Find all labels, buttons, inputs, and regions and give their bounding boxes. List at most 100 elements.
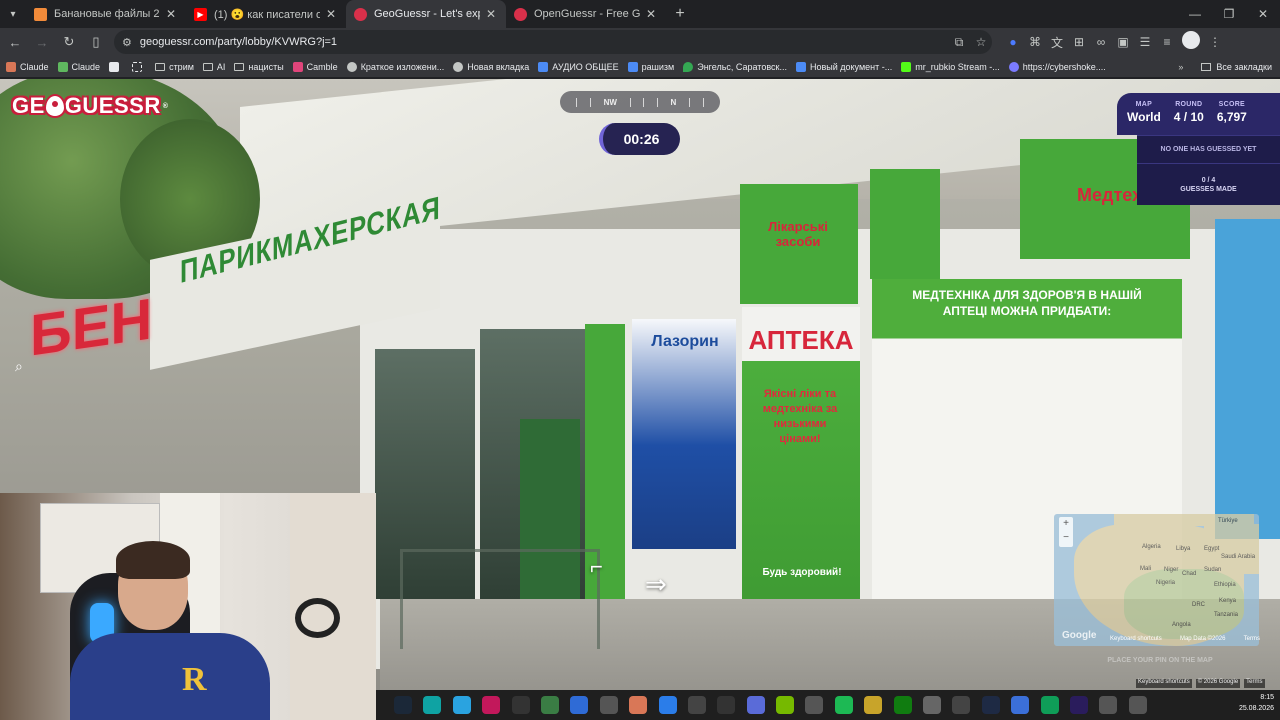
app-teal-icon[interactable] [423, 696, 442, 714]
arc-icon[interactable] [570, 696, 589, 714]
app-a-icon[interactable] [599, 696, 618, 714]
webcam-overlay: R [0, 493, 376, 720]
guess-map[interactable]: Türkiye Algeria Libya Egypt Saudi Arabia… [1054, 514, 1259, 646]
bookmark-rashizm[interactable]: рашизм [627, 61, 674, 72]
forward-icon[interactable]: → [30, 30, 54, 54]
steam-icon[interactable] [394, 696, 412, 714]
stats-icon[interactable] [1040, 696, 1059, 714]
extensions-puzzle-icon[interactable]: ⌘ [1024, 31, 1046, 53]
media-queue-icon[interactable]: ≡ [1156, 31, 1178, 53]
bookmark-new-tab[interactable]: Новая вкладка [453, 61, 529, 72]
close-icon[interactable]: ✕ [644, 7, 658, 21]
reader-icon[interactable]: ☰ [1134, 31, 1156, 53]
zoom-in-icon[interactable]: + [1059, 517, 1073, 531]
status-round-label: ROUND [1175, 101, 1203, 108]
tab-4[interactable]: OpenGuessr - Free GeoGuessr A ✕ [506, 0, 666, 28]
premiere-icon[interactable] [1069, 696, 1088, 714]
tab-search-icon[interactable]: ▾ [0, 0, 26, 28]
snip-icon[interactable] [482, 696, 501, 714]
close-icon[interactable]: ✕ [484, 7, 498, 21]
app-image-icon[interactable] [540, 696, 559, 714]
logo-text-left: GE [12, 93, 45, 118]
bookmark-camble[interactable]: Camble [292, 61, 338, 72]
claude-icon [6, 61, 16, 72]
bookmark-claude-1[interactable]: Claude [6, 61, 49, 72]
x-app-icon[interactable] [981, 696, 1000, 714]
gear-icon[interactable] [1128, 696, 1147, 714]
webcam-jacket-letter: R [182, 661, 207, 698]
cast-icon[interactable]: ⧉ [948, 31, 970, 53]
app-red-dot-icon[interactable] [952, 696, 971, 714]
xbox-icon[interactable] [893, 696, 912, 714]
settings-gear-icon[interactable] [923, 696, 942, 714]
move-back-arrow-icon[interactable]: ⌐ [590, 554, 630, 579]
apps-grid-icon[interactable]: ⊞ [1068, 31, 1090, 53]
link-icon[interactable]: ∞ [1090, 31, 1112, 53]
tab-1[interactable]: Банановые файлы 2 - sansgot ✕ [26, 0, 186, 28]
all-bookmarks[interactable]: Все закладки [1201, 62, 1272, 72]
compass-tick [656, 97, 658, 107]
bookmark-grid[interactable] [132, 61, 146, 72]
translate-icon[interactable]: 文 [1046, 31, 1068, 53]
openai-icon[interactable] [717, 696, 736, 714]
bookmark-cybershoke[interactable]: https://cybershoke.... [1008, 61, 1106, 72]
zoom-out-icon[interactable]: − [1059, 531, 1073, 545]
report-location-icon[interactable]: ⌕ [15, 358, 33, 376]
app-o-icon[interactable] [805, 696, 824, 714]
address-bar[interactable]: ⚙ geoguessr.com/party/lobby/KVWRG?j=1 ⧉ … [114, 30, 992, 54]
controller-icon[interactable] [1011, 696, 1030, 714]
nvidia-icon[interactable] [776, 696, 795, 714]
app-yellow-icon[interactable] [864, 696, 883, 714]
bookmark-claude-2[interactable]: Claude [57, 61, 100, 72]
status-score: SCORE 6,797 [1217, 101, 1247, 135]
map-label: Angola [1172, 622, 1191, 628]
image-icon[interactable] [1099, 696, 1118, 714]
bookmark-summary[interactable]: Краткое изложени... [346, 61, 444, 72]
new-tab-button[interactable]: + [666, 0, 694, 28]
bookmark-new-doc[interactable]: Новый документ -... [795, 61, 892, 72]
kick-icon [901, 61, 912, 72]
bookmark-folder-ai[interactable]: AI [202, 62, 225, 72]
reload-icon[interactable]: ↻ [57, 30, 81, 54]
screenshot-icon[interactable]: ▣ [1112, 31, 1134, 53]
sparkle-icon[interactable] [629, 696, 648, 714]
bookmark-folder-nazis[interactable]: нацисты [234, 62, 284, 72]
tab-3[interactable]: GeoGuessr - Let's explore the w ✕ [346, 0, 506, 28]
bookmark-engels[interactable]: Энгельс, Саратовск... [683, 61, 787, 72]
tab-2[interactable]: ▶ (1) 😮 как писатели описывают ✕ [186, 0, 346, 28]
move-forward-arrow-icon[interactable]: ⇒ [645, 569, 705, 599]
sv-keyboard-shortcuts[interactable]: Keyboard shortcuts [1136, 679, 1192, 688]
bookmark-notes[interactable] [109, 61, 123, 72]
bookmark-audio[interactable]: АУДИО ОБЩЕЕ [538, 61, 619, 72]
diamond-icon[interactable] [746, 696, 765, 714]
bookmark-folder-stream[interactable]: стрим [155, 62, 194, 72]
check-icon[interactable] [658, 696, 677, 714]
bookmark-star-icon[interactable]: ☆ [970, 31, 992, 53]
map-label: Algeria [1142, 544, 1161, 550]
map-keyboard-shortcuts[interactable]: Keyboard shortcuts [1110, 636, 1162, 645]
sv-terms[interactable]: Terms [1244, 679, 1265, 688]
chevron-right-icon[interactable]: » [1178, 62, 1183, 72]
site-info-icon[interactable]: ⚙ [122, 36, 132, 49]
spotify-icon[interactable] [834, 696, 853, 714]
close-icon[interactable]: ✕ [324, 7, 338, 21]
status-round: ROUND 4 / 10 [1174, 101, 1204, 135]
back-icon[interactable]: ← [3, 30, 27, 54]
close-window-icon[interactable]: ✕ [1246, 0, 1280, 28]
extension-blue-icon[interactable]: ● [1002, 31, 1024, 53]
app-z-icon[interactable] [687, 696, 706, 714]
likarski-panel: Лікарські засоби [740, 184, 858, 304]
restore-icon[interactable]: ❐ [1212, 0, 1246, 28]
taskbar-clock[interactable]: 8:15 25.08.2026 [1239, 692, 1274, 714]
geoguessr-logo[interactable]: GE GUESSR ® [12, 93, 168, 119]
terminal-icon[interactable] [511, 696, 530, 714]
place-pin-button[interactable]: PLACE YOUR PIN ON THE MAP [1080, 657, 1240, 664]
minimize-icon[interactable]: — [1178, 0, 1212, 28]
profile-avatar[interactable] [1182, 31, 1200, 49]
menu-icon[interactable]: ⋮ [1204, 31, 1226, 53]
telegram-icon[interactable] [452, 696, 471, 714]
bookmark-kick[interactable]: mr_rubkio Stream -... [901, 61, 1000, 72]
map-terms[interactable]: Terms [1244, 636, 1260, 645]
close-icon[interactable]: ✕ [164, 7, 178, 21]
sidebar-icon[interactable]: ▯ [84, 30, 108, 54]
